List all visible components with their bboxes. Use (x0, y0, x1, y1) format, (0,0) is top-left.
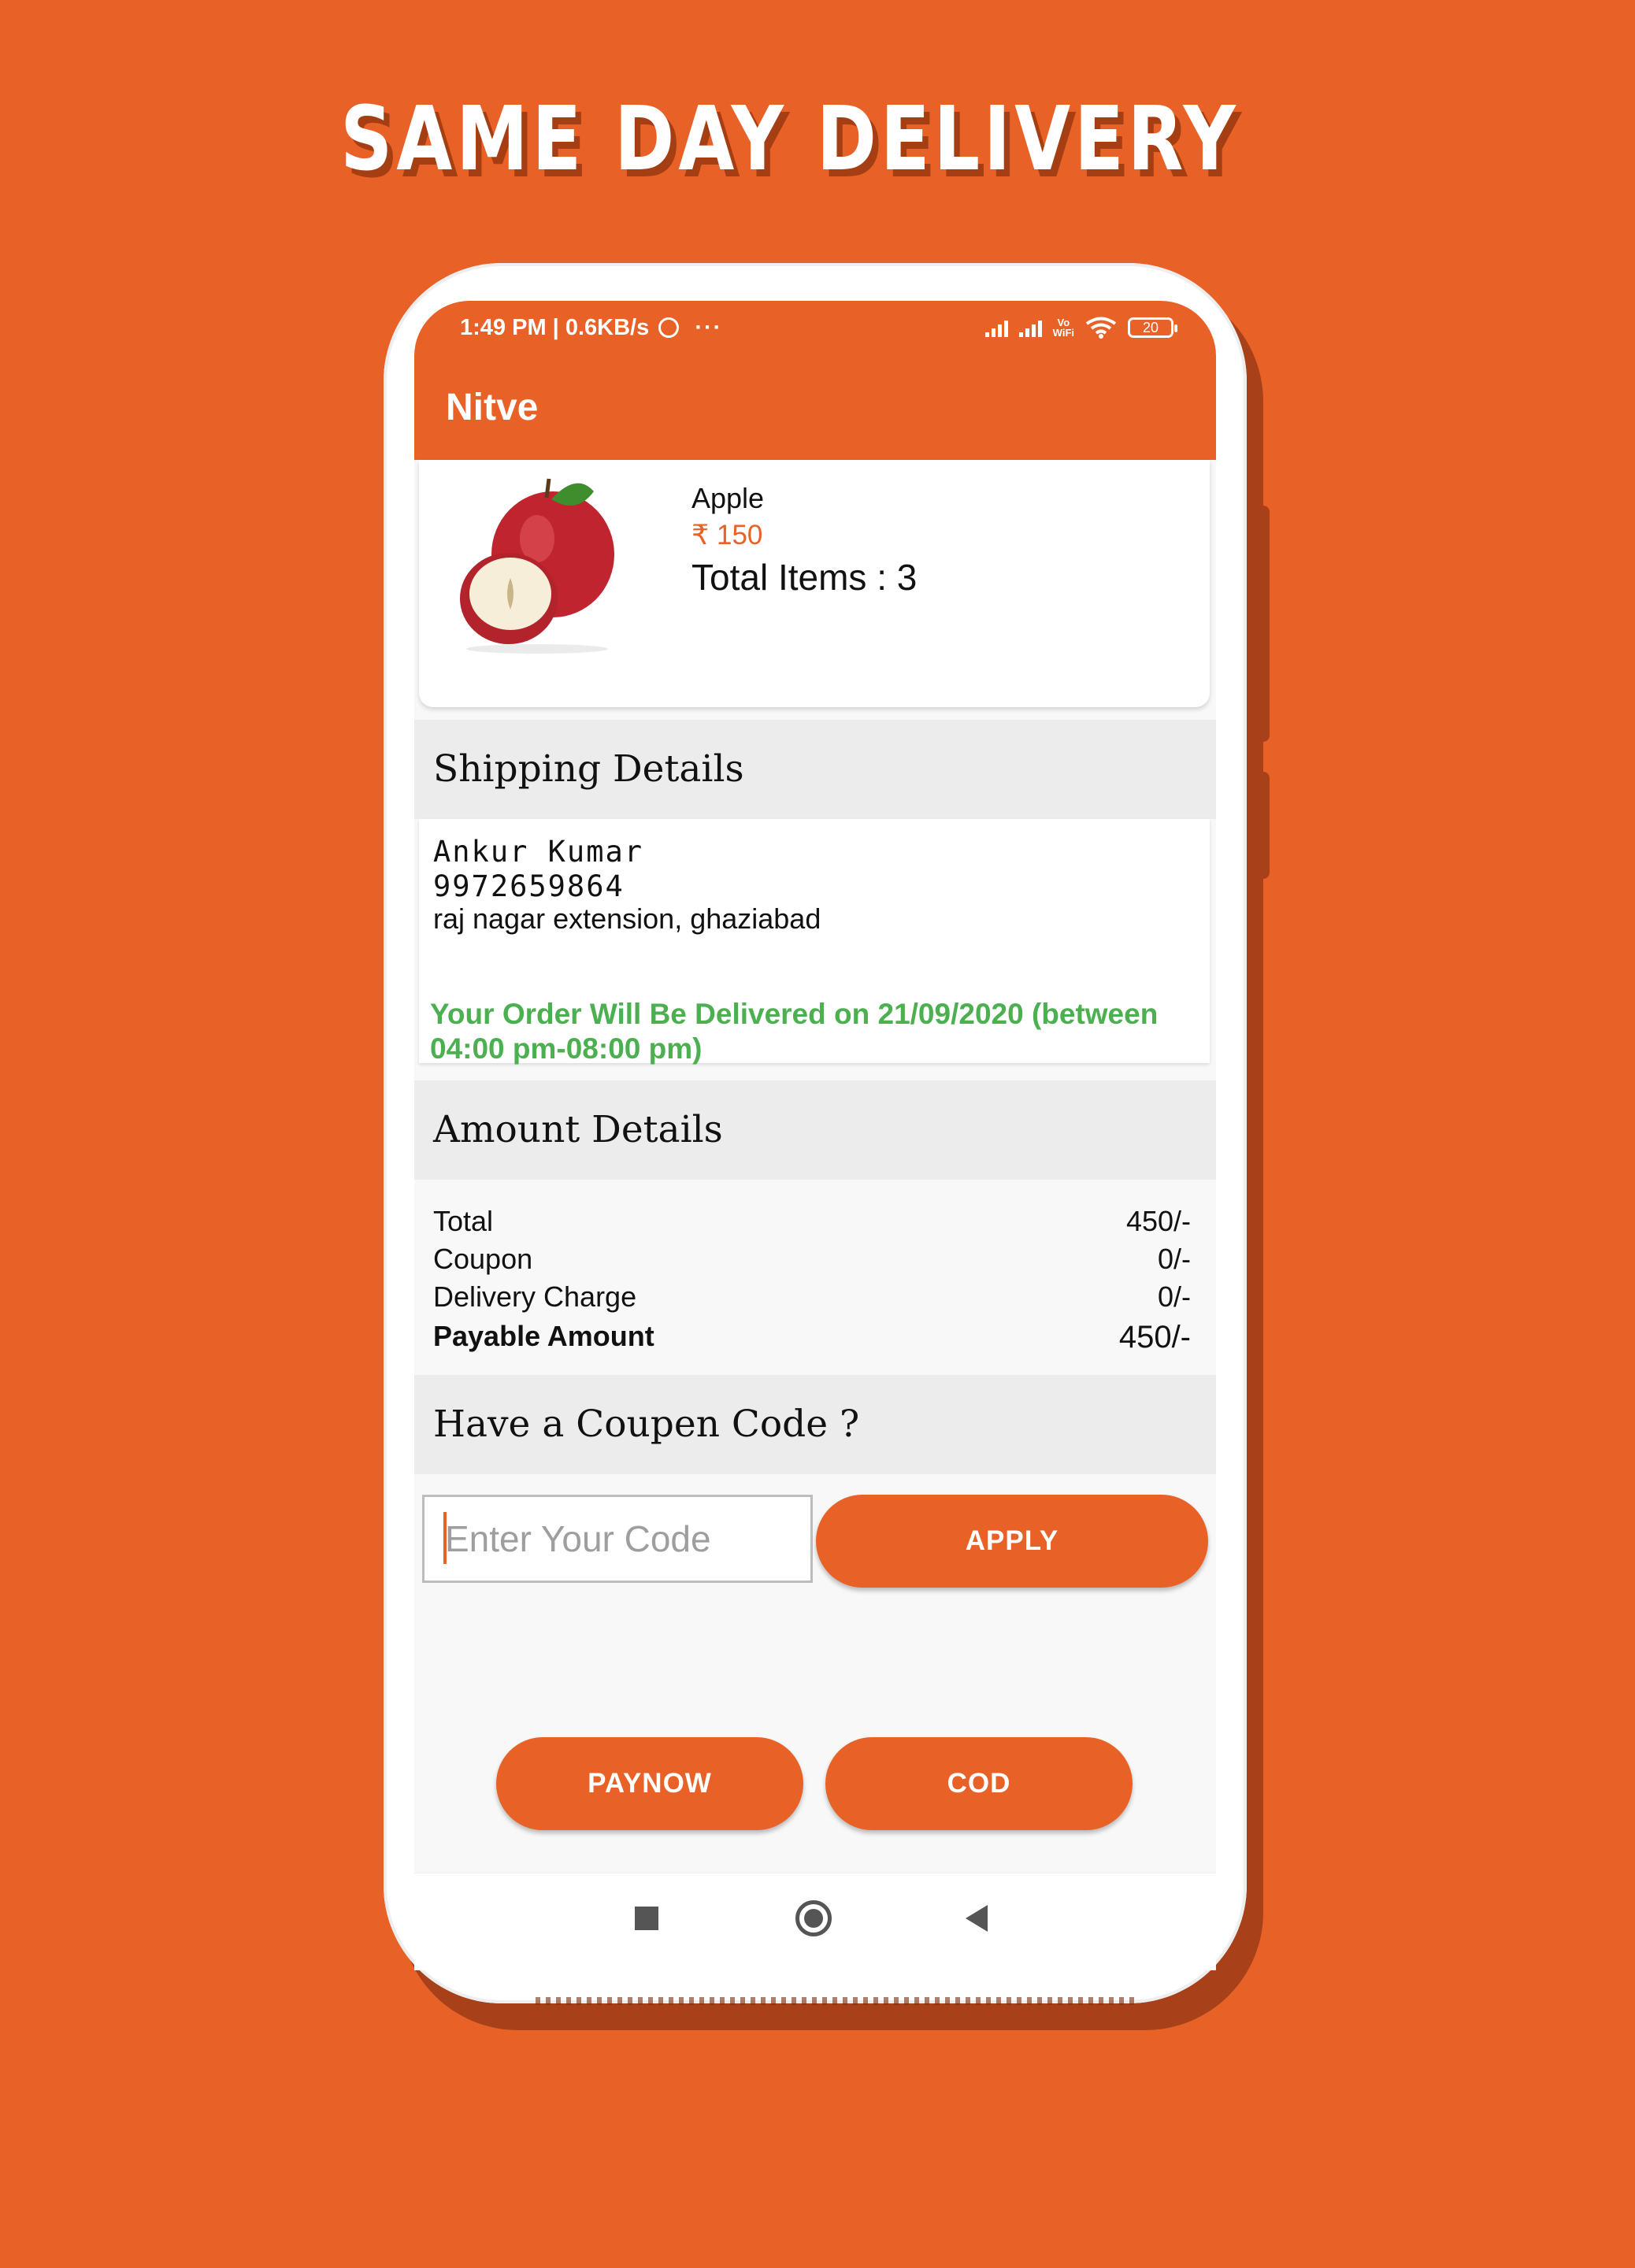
app-title: Nitve (446, 387, 539, 428)
coupon-code-input[interactable] (422, 1495, 813, 1583)
text-cursor (443, 1512, 447, 1564)
headline: SAME DAY DELIVERY (340, 88, 1240, 191)
app-bar: 1:49 PM | 0.6KB/s ··· Vo WiFi 20 Nitve (414, 301, 1216, 460)
shipping-header: Shipping Details (414, 720, 1216, 819)
volume-button (1246, 506, 1270, 742)
signal-icon (984, 318, 1008, 337)
battery-level: 20 (1142, 320, 1159, 335)
apple-image (460, 478, 614, 654)
phone-screen: 1:49 PM | 0.6KB/s ··· Vo WiFi 20 Nitve A… (414, 301, 1216, 1970)
recents-square-icon[interactable] (635, 1907, 658, 1930)
cod-button[interactable]: COD (825, 1737, 1133, 1830)
amount-label: Payable Amount (433, 1320, 654, 1352)
amount-value: 450/- (1125, 1205, 1191, 1237)
status-time: 1:49 PM | 0.6KB/s ··· (460, 315, 722, 341)
shipping-details: Ankur Kumar 9972659864 raj nagar extensi… (419, 819, 1210, 1065)
power-button (1246, 772, 1270, 879)
status-time-text: 1:49 PM | 0.6KB/s (460, 315, 650, 340)
amount-row-delivery: Delivery Charge 0/- (433, 1280, 1191, 1314)
amount-value: 450/- (1118, 1320, 1191, 1354)
vowifi-bottom-text: WiFi (1052, 327, 1074, 339)
wifi-icon (1085, 317, 1117, 339)
amount-header: Amount Details (414, 1080, 1216, 1180)
amount-value: 0/- (1157, 1243, 1191, 1275)
shipping-address: raj nagar extension, ghaziabad (433, 902, 821, 935)
coupon-header: Have a Coupen Code ? (414, 1375, 1216, 1474)
amount-row-coupon: Coupon 0/- (433, 1243, 1191, 1276)
system-nav-bar (414, 1873, 1216, 1970)
home-circle-icon[interactable] (795, 1900, 832, 1936)
shipping-phone: 9972659864 (433, 869, 625, 903)
signal-2-icon (1018, 318, 1042, 337)
more-icon: ··· (695, 315, 723, 340)
amount-label: Coupon (433, 1243, 533, 1275)
amount-label: Total (433, 1205, 494, 1237)
battery-icon: 20 (1128, 317, 1177, 338)
vowifi-icon: Vo WiFi (1053, 317, 1074, 338)
alarm-icon (658, 317, 680, 338)
product-card[interactable]: Apple ₹ 150 Total Items : 3 (419, 460, 1210, 707)
amount-row-total: Total 450/- (433, 1205, 1191, 1238)
paynow-button[interactable]: PAYNOW (496, 1737, 803, 1830)
product-name: Apple (691, 482, 765, 514)
product-price: ₹ 150 (691, 520, 763, 550)
status-icons: Vo WiFi 20 (984, 317, 1177, 339)
delivery-note: Your Order Will Be Delivered on 21/09/20… (430, 998, 1159, 1065)
amount-row-payable: Payable Amount 450/- (433, 1320, 1191, 1355)
product-total-items: Total Items : 3 (691, 557, 918, 598)
back-triangle-icon[interactable] (966, 1905, 988, 1932)
phone-speaker-grille (536, 1997, 1134, 2005)
amount-label: Delivery Charge (433, 1280, 637, 1313)
shipping-name: Ankur Kumar (433, 835, 644, 869)
apply-button[interactable]: APPLY (816, 1495, 1208, 1588)
amount-value: 0/- (1157, 1280, 1191, 1313)
